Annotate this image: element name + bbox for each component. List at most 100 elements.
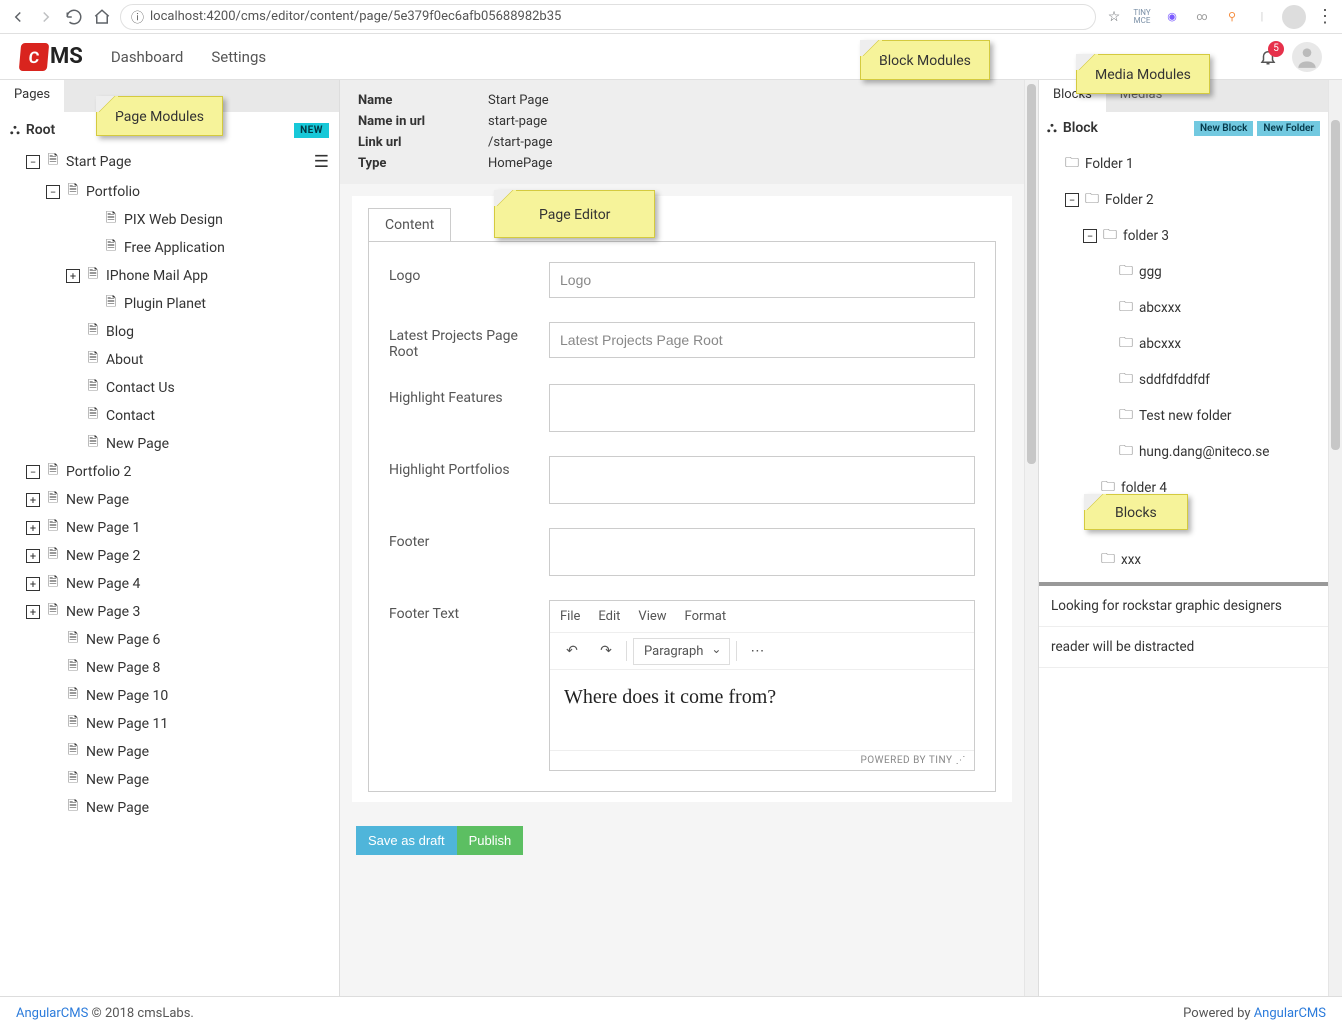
block-tree-item[interactable]: ggg <box>1039 254 1328 290</box>
expand-icon[interactable]: + <box>26 521 40 535</box>
footer-right-link[interactable]: AngularCMS <box>1254 1006 1326 1021</box>
page-tree-item[interactable]: +New Page 1 <box>4 514 335 542</box>
block-tree-item[interactable]: xxx <box>1039 542 1328 578</box>
page-tree-item[interactable]: New Page 10 <box>4 682 335 710</box>
block-tree-item[interactable]: sddfdfddfdf <box>1039 362 1328 398</box>
more-icon[interactable]: ⋯ <box>743 637 771 665</box>
expand-icon[interactable]: − <box>46 185 60 199</box>
block-tree-item[interactable]: abcxxx <box>1039 326 1328 362</box>
page-tree-item[interactable]: New Page 8 <box>4 654 335 682</box>
expand-icon[interactable]: + <box>66 269 80 283</box>
tree-label: IPhone Mail App <box>106 268 208 284</box>
page-tree-item[interactable]: Blog <box>4 318 335 346</box>
browser-menu-icon[interactable]: ⋮ <box>1316 6 1334 27</box>
forward-icon[interactable] <box>36 7 56 27</box>
reload-icon[interactable] <box>64 7 84 27</box>
page-tree-item[interactable]: New Page 11 <box>4 710 335 738</box>
url-text: localhost:4200/cms/editor/content/page/5… <box>150 9 561 24</box>
page-tree-item[interactable]: Free Application <box>4 234 335 262</box>
ext-tinymce[interactable]: TINY MCE <box>1132 7 1152 27</box>
logo[interactable]: C MS <box>20 43 83 71</box>
save-draft-button[interactable]: Save as draft <box>356 826 457 855</box>
user-avatar[interactable] <box>1292 42 1322 72</box>
block-root-label[interactable]: Block <box>1063 120 1098 136</box>
block-tree-item[interactable]: −folder 3 <box>1039 218 1328 254</box>
redo-icon[interactable]: ↷ <box>592 637 620 665</box>
page-tree-item[interactable]: +New Page 3 <box>4 598 335 626</box>
rte-edit[interactable]: Edit <box>598 609 620 624</box>
home-icon[interactable] <box>92 7 112 27</box>
block-tree-item[interactable]: hung.dang@niteco.se <box>1039 434 1328 470</box>
page-tree-item[interactable]: +New Page 4 <box>4 570 335 598</box>
page-tree-item[interactable]: New Page 6 <box>4 626 335 654</box>
block-tree-item[interactable]: Folder 1 <box>1039 146 1328 182</box>
tab-content[interactable]: Content <box>368 208 451 241</box>
page-tree-item[interactable]: +New Page <box>4 486 335 514</box>
root-label[interactable]: Root <box>26 122 55 138</box>
middle-scrollbar[interactable] <box>1024 80 1038 996</box>
page-tree-item[interactable]: New Page <box>4 766 335 794</box>
tree-label: New Page 2 <box>66 548 140 564</box>
star-icon[interactable]: ☆ <box>1104 7 1124 27</box>
block-list-item[interactable]: Looking for rockstar graphic designers <box>1039 586 1328 627</box>
page-tree-item[interactable]: −Portfolio <box>4 178 335 206</box>
item-menu-icon[interactable]: ☰ <box>314 152 329 172</box>
page-tree-item[interactable]: Contact <box>4 402 335 430</box>
expand-icon[interactable]: − <box>26 465 40 479</box>
nav-dashboard[interactable]: Dashboard <box>111 48 184 66</box>
expand-icon[interactable]: − <box>1065 193 1079 207</box>
url-bar[interactable]: ⓘ localhost:4200/cms/editor/content/page… <box>120 4 1096 30</box>
block-tree-item[interactable]: Test new folder <box>1039 398 1328 434</box>
right-scrollbar[interactable] <box>1328 80 1342 996</box>
browser-extensions: TINY MCE ◉ ∞ ⚲ | ⋮ <box>1132 5 1334 29</box>
hf-box[interactable] <box>549 384 975 432</box>
logo-input[interactable] <box>549 262 975 298</box>
nav-settings[interactable]: Settings <box>211 48 266 66</box>
block-tree-item[interactable]: −Folder 2 <box>1039 182 1328 218</box>
file-icon <box>46 521 60 535</box>
meta-name-label: Name <box>358 93 478 108</box>
rte-file[interactable]: File <box>560 609 580 624</box>
rte-format[interactable]: Format <box>685 609 727 624</box>
page-tree-item[interactable]: Plugin Planet <box>4 290 335 318</box>
hp-box[interactable] <box>549 456 975 504</box>
expand-icon[interactable]: − <box>1083 229 1097 243</box>
back-icon[interactable] <box>8 7 28 27</box>
expand-icon[interactable]: + <box>26 549 40 563</box>
page-tree-item[interactable]: PIX Web Design <box>4 206 335 234</box>
expand-icon[interactable]: + <box>26 577 40 591</box>
ext-icon[interactable]: ∞ <box>1192 7 1212 27</box>
page-tree-item[interactable]: New Page <box>4 430 335 458</box>
note-blocks: Blocks <box>1084 494 1188 530</box>
latest-input[interactable] <box>549 322 975 358</box>
new-badge[interactable]: NEW <box>294 123 329 138</box>
tab-pages[interactable]: Pages <box>0 80 64 112</box>
bell-icon[interactable]: 5 <box>1258 47 1278 67</box>
page-tree-item[interactable]: + New Page 2 <box>4 542 335 570</box>
page-tree-item[interactable]: + IPhone Mail App <box>4 262 335 290</box>
ext-icon[interactable]: ⚲ <box>1222 7 1242 27</box>
new-block-button[interactable]: New Block <box>1194 121 1253 136</box>
page-tree-item[interactable]: −Portfolio 2 <box>4 458 335 486</box>
page-tree-item[interactable]: New Page <box>4 738 335 766</box>
block-tree-item[interactable]: abcxxx <box>1039 290 1328 326</box>
page-tree-item[interactable]: About <box>4 346 335 374</box>
expand-icon[interactable]: + <box>26 493 40 507</box>
footer-box[interactable] <box>549 528 975 576</box>
new-folder-button[interactable]: New Folder <box>1257 121 1320 136</box>
page-tree-item[interactable]: Contact Us <box>4 374 335 402</box>
publish-button[interactable]: Publish <box>457 826 524 855</box>
browser-avatar[interactable] <box>1282 5 1306 29</box>
ext-icon[interactable]: ◉ <box>1162 7 1182 27</box>
expand-icon[interactable]: − <box>26 155 40 169</box>
rte-content[interactable]: Where does it come from? <box>550 670 974 750</box>
page-tree-item[interactable]: New Page <box>4 794 335 822</box>
rte-view[interactable]: View <box>638 609 666 624</box>
block-list-item[interactable]: reader will be distracted <box>1039 627 1328 668</box>
undo-icon[interactable]: ↶ <box>558 637 586 665</box>
folder-icon <box>1119 296 1133 320</box>
expand-icon[interactable]: + <box>26 605 40 619</box>
format-select[interactable]: Paragraph <box>633 638 730 665</box>
footer-left-link[interactable]: AngularCMS <box>16 1006 88 1021</box>
page-tree-item[interactable]: −Start Page☰ <box>4 146 335 178</box>
